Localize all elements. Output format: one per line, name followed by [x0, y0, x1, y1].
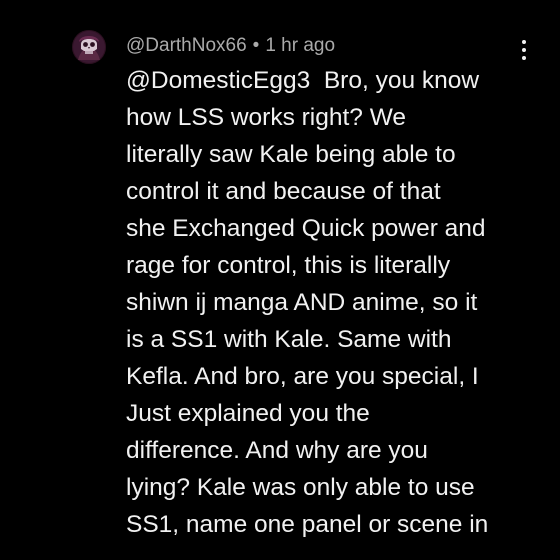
comment-line: rage for control, this is literally [126, 252, 451, 279]
comment-line: is a SS1 with Kale. Same with [126, 326, 452, 353]
comment-header: @DarthNox66 • 1 hr ago [126, 35, 335, 57]
comment-line: shiwn ij manga AND anime, so it [126, 289, 478, 316]
author-name[interactable]: @DarthNox66 [126, 35, 247, 56]
more-vertical-icon [522, 40, 526, 44]
comment-thread-item: @DarthNox66 • 1 hr ago @DomesticEgg3 Bro, … [0, 0, 560, 560]
comment-timestamp[interactable]: 1 hr ago [265, 35, 335, 56]
more-vertical-icon-dot [522, 48, 526, 52]
comment-line: control it and because of that [126, 178, 441, 205]
more-vertical-icon-dot [522, 56, 526, 60]
comment-line-text: Bro, you know [323, 67, 480, 94]
comment-line: @DomesticEgg3 Bro, you know [126, 62, 546, 99]
comment-body: @DomesticEgg3 Bro, you know how LSS work… [126, 62, 546, 543]
skull-avatar-icon [72, 30, 106, 64]
more-options-button[interactable] [512, 36, 536, 64]
comment-line: Just explained you the [126, 400, 370, 427]
comment-line: literally saw Kale being able to [126, 141, 456, 168]
comment-line: how LSS works right? We [126, 104, 407, 131]
comment-line: she Exchanged Quick power and [126, 215, 486, 242]
comment-line: SS1, name one panel or scene in [126, 511, 489, 538]
avatar[interactable] [72, 30, 106, 64]
comment-line: difference. And why are you [126, 437, 428, 464]
meta-separator: • [252, 35, 260, 56]
comment-line: Kefla. And bro, are you special, I [126, 363, 479, 390]
comment-line: lying? Kale was only able to use [126, 474, 475, 501]
reply-mention[interactable]: @DomesticEgg3 [126, 67, 310, 94]
